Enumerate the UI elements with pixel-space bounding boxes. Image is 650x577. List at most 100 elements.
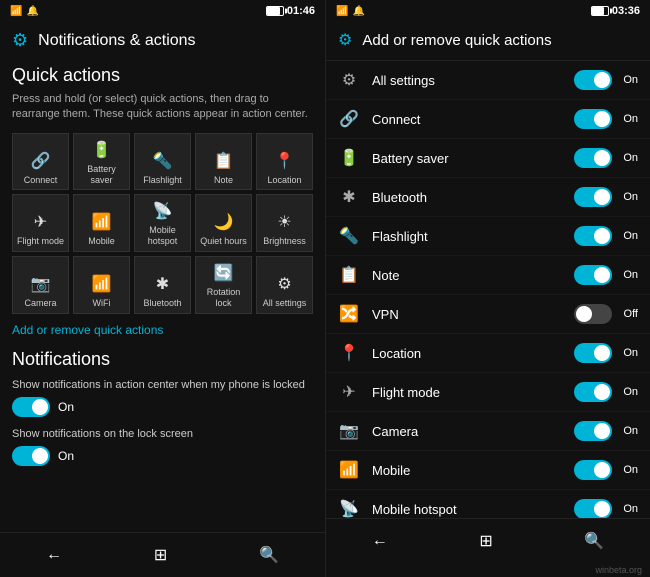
bluetooth-setting-icon: ✱ (338, 187, 360, 207)
grid-item-battery[interactable]: 🔋 Battery saver (73, 133, 130, 191)
label-allsettings: On (618, 74, 638, 86)
location-setting-label: Location (372, 346, 421, 361)
home-button-left[interactable]: ⊞ (138, 541, 183, 569)
toggle-knob-2 (32, 448, 48, 464)
add-remove-link[interactable]: Add or remove quick actions (12, 323, 163, 337)
quick-actions-desc: Press and hold (or select) quick actions… (12, 92, 313, 123)
left-content: Quick actions Press and hold (or select)… (0, 57, 325, 532)
label-note: On (618, 269, 638, 281)
setting-note: 📋 Note On (326, 256, 650, 295)
bluetooth-setting-label: Bluetooth (372, 190, 427, 205)
hotspot-setting-label: Mobile hotspot (372, 502, 457, 517)
flight-grid-icon: ✈ (34, 212, 47, 232)
toggle-bluetooth[interactable] (574, 187, 612, 207)
knob-flight (594, 384, 610, 400)
setting-right-battery: On (574, 148, 638, 168)
notif-desc-lockscreen: Show notifications on the lock screen (12, 427, 313, 441)
grid-item-hotspot[interactable]: 📡 Mobile hotspot (134, 194, 191, 252)
flashlight-setting-icon: 🔦 (338, 226, 360, 246)
toggle-flashlight[interactable] (574, 226, 612, 246)
knob-allsettings (594, 72, 610, 88)
search-button-right[interactable]: 🔍 (568, 527, 620, 555)
back-button-left[interactable]: ← (30, 542, 78, 568)
grid-item-connect[interactable]: 🔗 Connect (12, 133, 69, 191)
notif-toggle-locked[interactable] (12, 397, 50, 417)
toggle-vpn[interactable] (574, 304, 612, 324)
grid-item-flashlight[interactable]: 🔦 Flashlight (134, 133, 191, 191)
battery-grid-icon: 🔋 (92, 140, 112, 160)
grid-item-allsettings[interactable]: ⚙ All settings (256, 256, 313, 314)
wifi-grid-icon: 📶 (92, 274, 112, 294)
setting-location: 📍 Location On (326, 334, 650, 373)
toggle-mobile[interactable] (574, 460, 612, 480)
grid-item-mobile[interactable]: 📶 Mobile (73, 194, 130, 252)
toggle-note[interactable] (574, 265, 612, 285)
grid-item-camera[interactable]: 📷 Camera (12, 256, 69, 314)
battery-fill (267, 7, 280, 15)
setting-left-mobile: 📶 Mobile (338, 460, 410, 480)
brightness-grid-icon: ☀ (277, 212, 291, 232)
watermark-text: winbeta.org (595, 565, 642, 575)
toggle-location[interactable] (574, 343, 612, 363)
setting-right-mobile: On (574, 460, 638, 480)
left-status-bar: 📶 🔔 01:46 (0, 0, 325, 22)
notif-toggle-lockscreen[interactable] (12, 446, 50, 466)
setting-right-location: On (574, 343, 638, 363)
right-signal-icon: 📶 (336, 6, 348, 17)
connect-grid-icon: 🔗 (31, 151, 51, 171)
search-button-left[interactable]: 🔍 (243, 541, 295, 569)
allsettings-grid-icon: ⚙ (277, 274, 291, 294)
camera-setting-icon: 📷 (338, 421, 360, 441)
mobile-grid-icon: 📶 (92, 212, 112, 232)
toggle-connect[interactable] (574, 109, 612, 129)
notifications-heading: Notifications (12, 349, 313, 370)
setting-left-hotspot: 📡 Mobile hotspot (338, 499, 457, 518)
right-status-icons: 📶 🔔 (336, 6, 365, 17)
bluetooth-grid-icon: ✱ (156, 274, 169, 294)
setting-vpn: 🔀 VPN Off (326, 295, 650, 334)
grid-item-wifi[interactable]: 📶 WiFi (73, 256, 130, 314)
setting-hotspot: 📡 Mobile hotspot On (326, 490, 650, 518)
toggle-flight[interactable] (574, 382, 612, 402)
toggle-hotspot[interactable] (574, 499, 612, 518)
knob-bluetooth (594, 189, 610, 205)
grid-item-location[interactable]: 📍 Location (256, 133, 313, 191)
right-time: 03:36 (612, 5, 640, 17)
grid-item-quiet[interactable]: 🌙 Quiet hours (195, 194, 252, 252)
setting-right-flashlight: On (574, 226, 638, 246)
grid-item-bluetooth[interactable]: ✱ Bluetooth (134, 256, 191, 314)
toggle-allsettings[interactable] (574, 70, 612, 90)
label-bluetooth: On (618, 191, 638, 203)
knob-camera (594, 423, 610, 439)
toggle-battery[interactable] (574, 148, 612, 168)
flight-setting-label: Flight mode (372, 385, 440, 400)
setting-flight: ✈ Flight mode On (326, 373, 650, 412)
connect-setting-icon: 🔗 (338, 109, 360, 129)
home-button-right[interactable]: ⊞ (463, 527, 508, 555)
battery-setting-label: Battery saver (372, 151, 449, 166)
grid-label-flashlight: Flashlight (143, 175, 182, 186)
connect-setting-label: Connect (372, 112, 420, 127)
setting-right-note: On (574, 265, 638, 285)
wifi-status-icon: 🔔 (26, 6, 38, 17)
watermark-bar: winbeta.org (326, 563, 650, 577)
knob-connect (594, 111, 610, 127)
toggle-camera[interactable] (574, 421, 612, 441)
grid-label-rotation: Rotation lock (198, 287, 249, 309)
grid-item-brightness[interactable]: ☀ Brightness (256, 194, 313, 252)
grid-item-flight[interactable]: ✈ Flight mode (12, 194, 69, 252)
camera-grid-icon: 📷 (31, 274, 51, 294)
grid-item-note[interactable]: 📋 Note (195, 133, 252, 191)
left-panel: 📶 🔔 01:46 ⚙ Notifications & actions Quic… (0, 0, 325, 577)
note-setting-label: Note (372, 268, 399, 283)
label-battery: On (618, 152, 638, 164)
grid-label-bluetooth: Bluetooth (143, 298, 181, 309)
left-bottom-nav: ← ⊞ 🔍 (0, 532, 325, 577)
grid-item-rotation[interactable]: 🔄 Rotation lock (195, 256, 252, 314)
back-button-right[interactable]: ← (356, 528, 404, 554)
setting-left-camera: 📷 Camera (338, 421, 418, 441)
setting-left-note: 📋 Note (338, 265, 399, 285)
right-title-icon: ⚙ (338, 30, 352, 50)
quiet-grid-icon: 🌙 (214, 212, 234, 232)
label-hotspot: On (618, 503, 638, 515)
